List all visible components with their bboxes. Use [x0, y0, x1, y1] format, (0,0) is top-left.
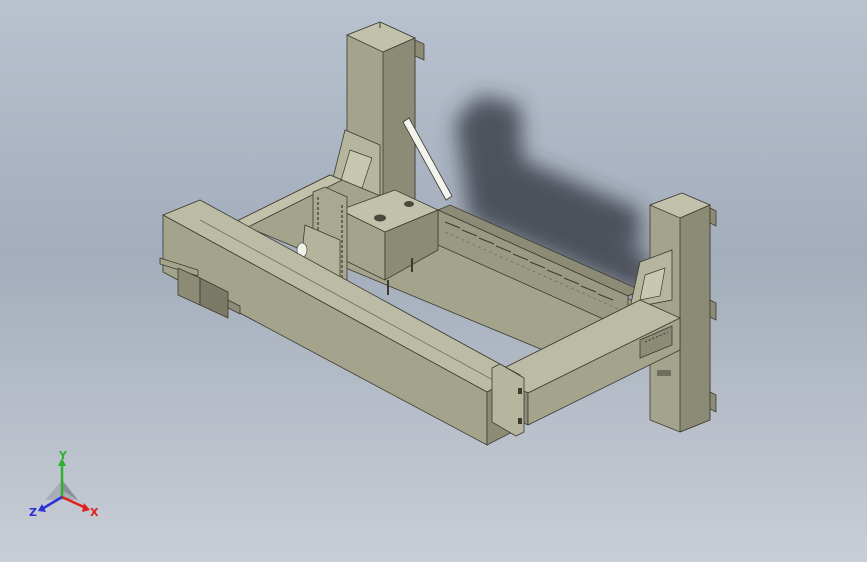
x-axis-label: X — [90, 506, 99, 519]
z-axis-label: Z — [29, 506, 37, 519]
bolt-hole — [404, 201, 414, 207]
view-orientation-triad[interactable]: Y X Z — [29, 449, 99, 519]
beam-end-plate — [491, 363, 525, 437]
graphics-viewport[interactable]: Y X Z — [0, 0, 867, 562]
y-axis-label: Y — [58, 449, 68, 462]
bolt-hole — [374, 214, 386, 222]
model-canvas[interactable]: Y X Z — [0, 0, 867, 562]
